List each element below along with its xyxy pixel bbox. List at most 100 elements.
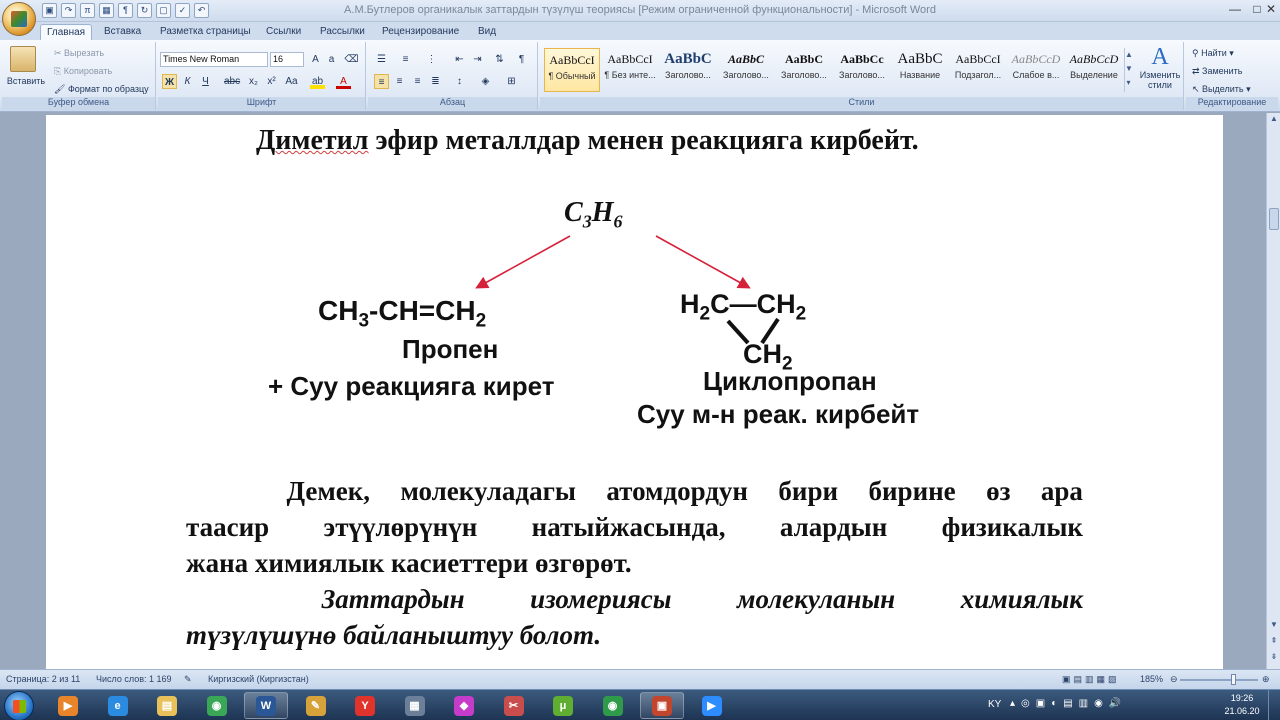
paste-icon[interactable]	[10, 46, 36, 72]
highlight-icon[interactable]: ab	[310, 74, 325, 89]
superscript-icon[interactable]: x²	[264, 74, 279, 89]
taskbar-calculator[interactable]: ▦	[393, 692, 437, 719]
clear-format-icon[interactable]: ⌫	[344, 52, 359, 67]
italic-button[interactable]: К	[180, 74, 195, 89]
explorer-icon: ▤	[157, 695, 177, 716]
style-heading-1[interactable]: AaBbC Заголово...	[660, 48, 716, 92]
scroll-down-icon[interactable]: ▼	[1268, 619, 1280, 631]
shading-icon[interactable]: ◈	[478, 74, 493, 89]
find-button[interactable]: ⚲ Найти ▾	[1192, 48, 1234, 59]
page-indicator[interactable]: Страница: 2 из 11	[6, 674, 80, 684]
style-subtle-emphasis[interactable]: AaBbCcD Слабое в...	[1008, 48, 1064, 92]
font-size-select[interactable]: 16	[270, 52, 304, 67]
bullets-icon[interactable]: ☰	[374, 52, 389, 67]
tray-icons[interactable]: ▴◎▣◐▤▥◉🔊	[1010, 698, 1127, 720]
change-styles-button[interactable]: A Изменить стили	[1138, 44, 1182, 90]
calculator-icon: ▦	[404, 695, 425, 716]
zoom-out-icon[interactable]: ⊖	[1170, 674, 1178, 685]
underline-button[interactable]: Ч	[198, 74, 213, 89]
borders-icon[interactable]: ⊞	[504, 74, 519, 89]
taskbar-media-player[interactable]: ▶	[46, 692, 90, 719]
subscript-icon[interactable]: x₂	[246, 74, 261, 89]
input-language[interactable]: KY	[988, 699, 1001, 720]
pilcrow-icon[interactable]: ¶	[514, 52, 529, 67]
scroll-thumb[interactable]	[1269, 208, 1279, 230]
numbering-icon[interactable]: ≡	[398, 52, 413, 67]
tab-mailings[interactable]: Рассылки	[314, 24, 371, 40]
bold-button[interactable]: Ж	[162, 74, 177, 89]
change-case-icon[interactable]: Aa	[284, 74, 299, 89]
taskbar-utorrent[interactable]: μ	[541, 692, 585, 719]
style-title[interactable]: AaBbC Название	[892, 48, 948, 92]
align-center-icon[interactable]: ≡	[392, 74, 407, 89]
start-button[interactable]	[4, 691, 34, 720]
format-painter-button[interactable]: 🖌 Формат по образцу	[54, 84, 149, 95]
paste-button[interactable]: Вставить	[4, 76, 48, 86]
replace-button[interactable]: ⇄ Заменить	[1192, 66, 1243, 77]
select-button[interactable]: ↖ Выделить ▾	[1192, 84, 1251, 95]
grow-font-icon[interactable]: A	[308, 52, 323, 67]
decrease-indent-icon[interactable]: ⇤	[452, 52, 467, 67]
taskbar-presentation[interactable]: ▣	[640, 692, 684, 719]
tab-review[interactable]: Рецензирование	[376, 24, 465, 40]
zoom-slider-knob[interactable]	[1230, 674, 1236, 685]
multilevel-list-icon[interactable]: ⋮	[424, 52, 439, 67]
scroll-up-icon[interactable]: ▲	[1268, 113, 1280, 125]
style-heading-3[interactable]: AaBbC Заголово...	[776, 48, 832, 92]
language-indicator[interactable]: Киргизский (Киргизстан)	[208, 674, 309, 684]
style-heading-4[interactable]: AaBbCc Заголово...	[834, 48, 890, 92]
align-right-icon[interactable]: ≡	[410, 74, 425, 89]
taskbar-word[interactable]: W	[244, 692, 288, 719]
cut-button[interactable]: ✂ Вырезать	[54, 48, 104, 59]
style-heading-2[interactable]: AaBbC Заголово...	[718, 48, 774, 92]
change-styles-icon: A	[1151, 44, 1169, 70]
styles-scroll[interactable]: ▲ ▼ ▾	[1124, 48, 1133, 92]
taskbar-ie[interactable]: e	[96, 692, 140, 719]
office-button[interactable]	[2, 2, 36, 36]
cyclopropane-name: Циклопропан	[703, 366, 877, 396]
style-subtitle[interactable]: AaBbCcI Подзагол...	[950, 48, 1006, 92]
view-buttons[interactable]: ▣▤▥▦▧	[1062, 674, 1120, 685]
scissors-icon: ✂	[54, 48, 65, 58]
tab-home[interactable]: Главная	[40, 24, 93, 40]
shrink-font-icon[interactable]: a	[324, 52, 339, 67]
show-desktop-button[interactable]	[1268, 690, 1280, 720]
taskbar-chrome[interactable]: ◉	[195, 692, 239, 719]
zoom-level[interactable]: 185%	[1140, 674, 1163, 684]
taskbar-explorer[interactable]: ▤	[145, 692, 189, 719]
tab-references[interactable]: Ссылки	[260, 24, 307, 40]
tab-insert[interactable]: Вставка	[98, 24, 147, 40]
style-emphasis[interactable]: AaBbCcD Выделение	[1066, 48, 1122, 92]
style-no-spacing[interactable]: AaBbCcI ¶ Без инте...	[602, 48, 658, 92]
taskbar-chrome-2[interactable]: ◉	[591, 692, 635, 719]
spelling-status-icon[interactable]: ✎	[184, 674, 192, 685]
taskbar-paint[interactable]: ✎	[294, 692, 338, 719]
tab-view[interactable]: Вид	[472, 24, 502, 40]
zoom-in-icon[interactable]: ⊕	[1262, 674, 1270, 685]
vertical-scrollbar[interactable]: ▲ ▼ ⇞ ⇟	[1266, 113, 1280, 669]
tab-page-layout[interactable]: Разметка страницы	[154, 24, 257, 40]
cursor-icon: ↖	[1192, 84, 1203, 94]
increase-indent-icon[interactable]: ⇥	[470, 52, 485, 67]
font-name-select[interactable]: Times New Roman	[160, 52, 268, 67]
strikethrough-icon[interactable]: abc	[224, 74, 240, 89]
zoom-slider[interactable]	[1180, 679, 1258, 681]
taskbar-snipping[interactable]: ✂	[492, 692, 536, 719]
justify-icon[interactable]: ≣	[428, 74, 443, 89]
document-page[interactable]: Диметил эфир металлдар менен реакцияга к…	[46, 115, 1223, 669]
sort-icon[interactable]: ⇅	[492, 52, 507, 67]
taskbar-gem-app[interactable]: ◆	[442, 692, 486, 719]
copy-button[interactable]: ⎘ Копировать	[54, 66, 112, 77]
style-normal[interactable]: AaBbCcI ¶ Обычный	[544, 48, 600, 92]
next-page-icon[interactable]: ⇟	[1268, 651, 1280, 663]
font-color-icon[interactable]: A	[336, 74, 351, 89]
align-left-icon[interactable]: ≡	[374, 74, 389, 89]
word-count[interactable]: Число слов: 1 169	[96, 674, 172, 684]
clock[interactable]: 19:26 21.06.20	[1222, 692, 1262, 718]
propene-formula: CH3-CH=CH2	[318, 295, 487, 332]
taskbar-yandex[interactable]: Y	[343, 692, 387, 719]
close-button[interactable]: ✕	[1258, 0, 1280, 18]
prev-page-icon[interactable]: ⇞	[1268, 635, 1280, 647]
taskbar-zoom[interactable]: ▶	[690, 692, 734, 719]
line-spacing-icon[interactable]: ↕	[452, 74, 467, 89]
